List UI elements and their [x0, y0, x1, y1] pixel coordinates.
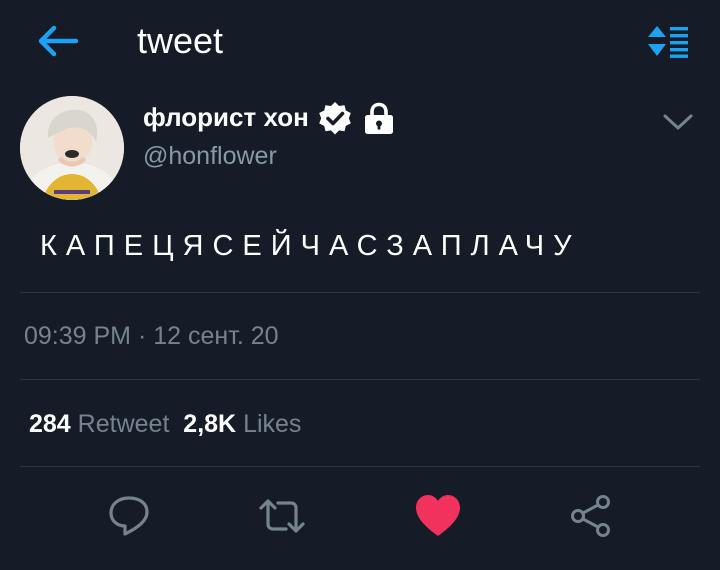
- retweet-label: Retweet: [77, 410, 170, 438]
- tweet-stats: 284 Retweet 2,8K Likes: [29, 410, 301, 439]
- tweet-text: КАПЕЦЯСЕЙЧАСЗАПЛАЧУ: [40, 230, 581, 262]
- like-icon: [416, 495, 460, 536]
- reply-icon: [109, 496, 149, 536]
- tweet-time: 09:39 PM: [24, 322, 132, 350]
- page-title: tweet: [137, 20, 224, 61]
- back-arrow-icon: [38, 25, 79, 57]
- tweet-timestamp: 09:39 PM · 12 сент. 20: [24, 322, 279, 351]
- back-button[interactable]: [36, 24, 79, 58]
- reply-button[interactable]: [105, 492, 153, 540]
- tweet-date: 12 сент. 20: [153, 322, 279, 350]
- verified-badge-icon: [319, 102, 351, 135]
- retweet-count: 284: [29, 410, 71, 438]
- retweet-button[interactable]: [258, 492, 306, 540]
- sort-button[interactable]: [646, 23, 690, 59]
- date-separator: ·: [131, 322, 154, 350]
- top-bar: tweet: [0, 0, 720, 88]
- divider: [20, 466, 700, 467]
- likes-count: 2,8K: [183, 410, 237, 438]
- avatar[interactable]: [20, 96, 124, 200]
- retweet-icon: [259, 499, 305, 533]
- likes-label: Likes: [243, 410, 302, 438]
- divider: [20, 292, 700, 293]
- chevron-down-icon[interactable]: [662, 112, 694, 132]
- likes-stat[interactable]: 2,8K Likes: [183, 410, 301, 438]
- divider: [20, 379, 700, 380]
- lock-icon: [365, 102, 393, 134]
- like-button[interactable]: [414, 492, 462, 540]
- retweets-stat[interactable]: 284 Retweet: [29, 410, 169, 438]
- share-button[interactable]: [567, 492, 615, 540]
- share-icon: [571, 495, 610, 537]
- sort-icon: [648, 26, 688, 58]
- user-display-name[interactable]: флорист хон: [143, 102, 309, 133]
- user-handle[interactable]: @honflower: [143, 142, 277, 171]
